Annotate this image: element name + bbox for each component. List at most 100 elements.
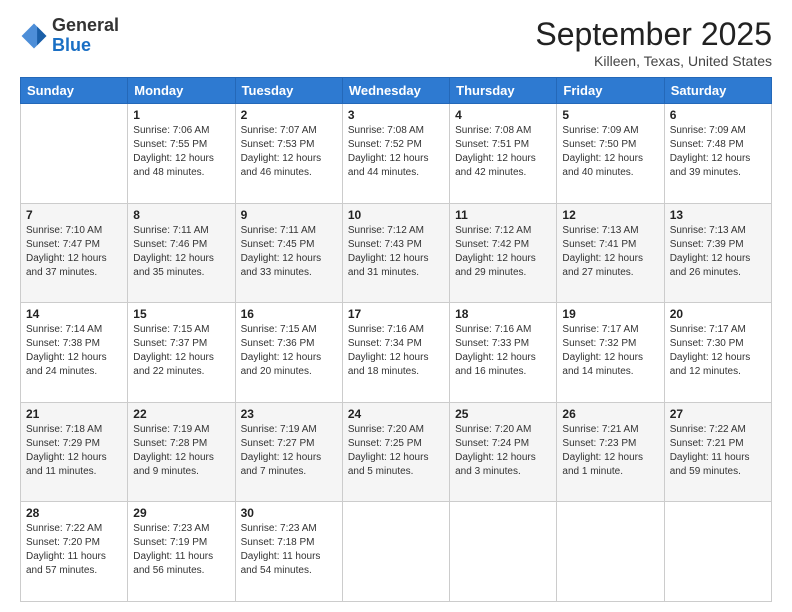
col-sunday: Sunday (21, 78, 128, 104)
table-row (342, 502, 449, 602)
day-number: 25 (455, 407, 551, 421)
day-info: Sunrise: 7:07 AM Sunset: 7:53 PM Dayligh… (241, 124, 337, 180)
day-info: Sunrise: 7:12 AM Sunset: 7:42 PM Dayligh… (455, 224, 551, 280)
day-info: Sunrise: 7:13 AM Sunset: 7:39 PM Dayligh… (670, 224, 766, 280)
day-number: 9 (241, 208, 337, 222)
day-number: 17 (348, 307, 444, 321)
day-number: 22 (133, 407, 229, 421)
day-info: Sunrise: 7:22 AM Sunset: 7:21 PM Dayligh… (670, 423, 766, 479)
day-info: Sunrise: 7:20 AM Sunset: 7:24 PM Dayligh… (455, 423, 551, 479)
title-block: September 2025 Killeen, Texas, United St… (535, 16, 772, 69)
day-number: 29 (133, 506, 229, 520)
table-row: 21 Sunrise: 7:18 AM Sunset: 7:29 PM Dayli… (21, 402, 128, 502)
day-info: Sunrise: 7:09 AM Sunset: 7:48 PM Dayligh… (670, 124, 766, 180)
col-wednesday: Wednesday (342, 78, 449, 104)
day-info: Sunrise: 7:15 AM Sunset: 7:36 PM Dayligh… (241, 323, 337, 379)
table-row: 23 Sunrise: 7:19 AM Sunset: 7:27 PM Dayli… (235, 402, 342, 502)
day-info: Sunrise: 7:23 AM Sunset: 7:18 PM Dayligh… (241, 522, 337, 578)
day-number: 24 (348, 407, 444, 421)
logo-general-text: General (52, 15, 119, 35)
table-row: 24 Sunrise: 7:20 AM Sunset: 7:25 PM Dayli… (342, 402, 449, 502)
table-row: 22 Sunrise: 7:19 AM Sunset: 7:28 PM Dayli… (128, 402, 235, 502)
day-info: Sunrise: 7:09 AM Sunset: 7:50 PM Dayligh… (562, 124, 658, 180)
day-info: Sunrise: 7:06 AM Sunset: 7:55 PM Dayligh… (133, 124, 229, 180)
day-info: Sunrise: 7:17 AM Sunset: 7:32 PM Dayligh… (562, 323, 658, 379)
day-info: Sunrise: 7:21 AM Sunset: 7:23 PM Dayligh… (562, 423, 658, 479)
header-row: Sunday Monday Tuesday Wednesday Thursday… (21, 78, 772, 104)
day-number: 21 (26, 407, 122, 421)
page: General Blue September 2025 Killeen, Tex… (0, 0, 792, 612)
table-row: 18Sunrise: 7:16 AM Sunset: 7:33 PM Dayli… (450, 303, 557, 403)
table-row: 1 Sunrise: 7:06 AM Sunset: 7:55 PM Daylig… (128, 104, 235, 204)
day-info: Sunrise: 7:15 AM Sunset: 7:37 PM Dayligh… (133, 323, 229, 379)
day-info: Sunrise: 7:10 AM Sunset: 7:47 PM Dayligh… (26, 224, 122, 280)
col-saturday: Saturday (664, 78, 771, 104)
table-row: 19Sunrise: 7:17 AM Sunset: 7:32 PM Dayli… (557, 303, 664, 403)
logo: General Blue (20, 16, 119, 56)
table-row: 7 Sunrise: 7:10 AM Sunset: 7:47 PM Daylig… (21, 203, 128, 303)
day-number: 28 (26, 506, 122, 520)
table-row: 2 Sunrise: 7:07 AM Sunset: 7:53 PM Daylig… (235, 104, 342, 204)
day-number: 15 (133, 307, 229, 321)
day-number: 13 (670, 208, 766, 222)
table-row: 26 Sunrise: 7:21 AM Sunset: 7:23 PM Dayli… (557, 402, 664, 502)
location: Killeen, Texas, United States (535, 53, 772, 69)
day-number: 30 (241, 506, 337, 520)
table-row: 20 Sunrise: 7:17 AM Sunset: 7:30 PM Dayli… (664, 303, 771, 403)
day-number: 6 (670, 108, 766, 122)
day-info: Sunrise: 7:08 AM Sunset: 7:51 PM Dayligh… (455, 124, 551, 180)
day-number: 4 (455, 108, 551, 122)
day-info: Sunrise: 7:17 AM Sunset: 7:30 PM Dayligh… (670, 323, 766, 379)
col-tuesday: Tuesday (235, 78, 342, 104)
calendar-week-row: 21 Sunrise: 7:18 AM Sunset: 7:29 PM Dayli… (21, 402, 772, 502)
logo-blue-text: Blue (52, 35, 91, 55)
calendar-week-row: 7 Sunrise: 7:10 AM Sunset: 7:47 PM Daylig… (21, 203, 772, 303)
table-row: 6 Sunrise: 7:09 AM Sunset: 7:48 PM Daylig… (664, 104, 771, 204)
day-number: 7 (26, 208, 122, 222)
day-number: 23 (241, 407, 337, 421)
day-info: Sunrise: 7:22 AM Sunset: 7:20 PM Dayligh… (26, 522, 122, 578)
table-row: 9 Sunrise: 7:11 AM Sunset: 7:45 PM Daylig… (235, 203, 342, 303)
table-row (21, 104, 128, 204)
day-number: 2 (241, 108, 337, 122)
day-info: Sunrise: 7:19 AM Sunset: 7:27 PM Dayligh… (241, 423, 337, 479)
table-row: 14 Sunrise: 7:14 AM Sunset: 7:38 PM Dayli… (21, 303, 128, 403)
table-row: 16 Sunrise: 7:15 AM Sunset: 7:36 PM Dayli… (235, 303, 342, 403)
day-number: 5 (562, 108, 658, 122)
calendar-week-row: 14 Sunrise: 7:14 AM Sunset: 7:38 PM Dayli… (21, 303, 772, 403)
table-row: 13 Sunrise: 7:13 AM Sunset: 7:39 PM Dayli… (664, 203, 771, 303)
col-friday: Friday (557, 78, 664, 104)
day-number: 14 (26, 307, 122, 321)
day-info: Sunrise: 7:11 AM Sunset: 7:46 PM Dayligh… (133, 224, 229, 280)
table-row: 29 Sunrise: 7:23 AM Sunset: 7:19 PM Dayli… (128, 502, 235, 602)
col-monday: Monday (128, 78, 235, 104)
day-number: 12 (562, 208, 658, 222)
table-row: 11Sunrise: 7:12 AM Sunset: 7:42 PM Dayli… (450, 203, 557, 303)
table-row (557, 502, 664, 602)
day-info: Sunrise: 7:23 AM Sunset: 7:19 PM Dayligh… (133, 522, 229, 578)
day-info: Sunrise: 7:14 AM Sunset: 7:38 PM Dayligh… (26, 323, 122, 379)
table-row: 28 Sunrise: 7:22 AM Sunset: 7:20 PM Dayli… (21, 502, 128, 602)
calendar-week-row: 1 Sunrise: 7:06 AM Sunset: 7:55 PM Daylig… (21, 104, 772, 204)
day-info: Sunrise: 7:19 AM Sunset: 7:28 PM Dayligh… (133, 423, 229, 479)
logo-text: General Blue (52, 16, 119, 56)
logo-icon (20, 22, 48, 50)
day-info: Sunrise: 7:18 AM Sunset: 7:29 PM Dayligh… (26, 423, 122, 479)
table-row: 12 Sunrise: 7:13 AM Sunset: 7:41 PM Dayli… (557, 203, 664, 303)
day-info: Sunrise: 7:20 AM Sunset: 7:25 PM Dayligh… (348, 423, 444, 479)
day-info: Sunrise: 7:11 AM Sunset: 7:45 PM Dayligh… (241, 224, 337, 280)
day-info: Sunrise: 7:16 AM Sunset: 7:34 PM Dayligh… (348, 323, 444, 379)
col-thursday: Thursday (450, 78, 557, 104)
header: General Blue September 2025 Killeen, Tex… (20, 16, 772, 69)
table-row: 27Sunrise: 7:22 AM Sunset: 7:21 PM Dayli… (664, 402, 771, 502)
day-number: 20 (670, 307, 766, 321)
day-number: 16 (241, 307, 337, 321)
day-number: 10 (348, 208, 444, 222)
table-row (664, 502, 771, 602)
day-info: Sunrise: 7:12 AM Sunset: 7:43 PM Dayligh… (348, 224, 444, 280)
day-number: 1 (133, 108, 229, 122)
day-info: Sunrise: 7:13 AM Sunset: 7:41 PM Dayligh… (562, 224, 658, 280)
table-row: 30 Sunrise: 7:23 AM Sunset: 7:18 PM Dayli… (235, 502, 342, 602)
month-title: September 2025 (535, 16, 772, 53)
day-number: 26 (562, 407, 658, 421)
